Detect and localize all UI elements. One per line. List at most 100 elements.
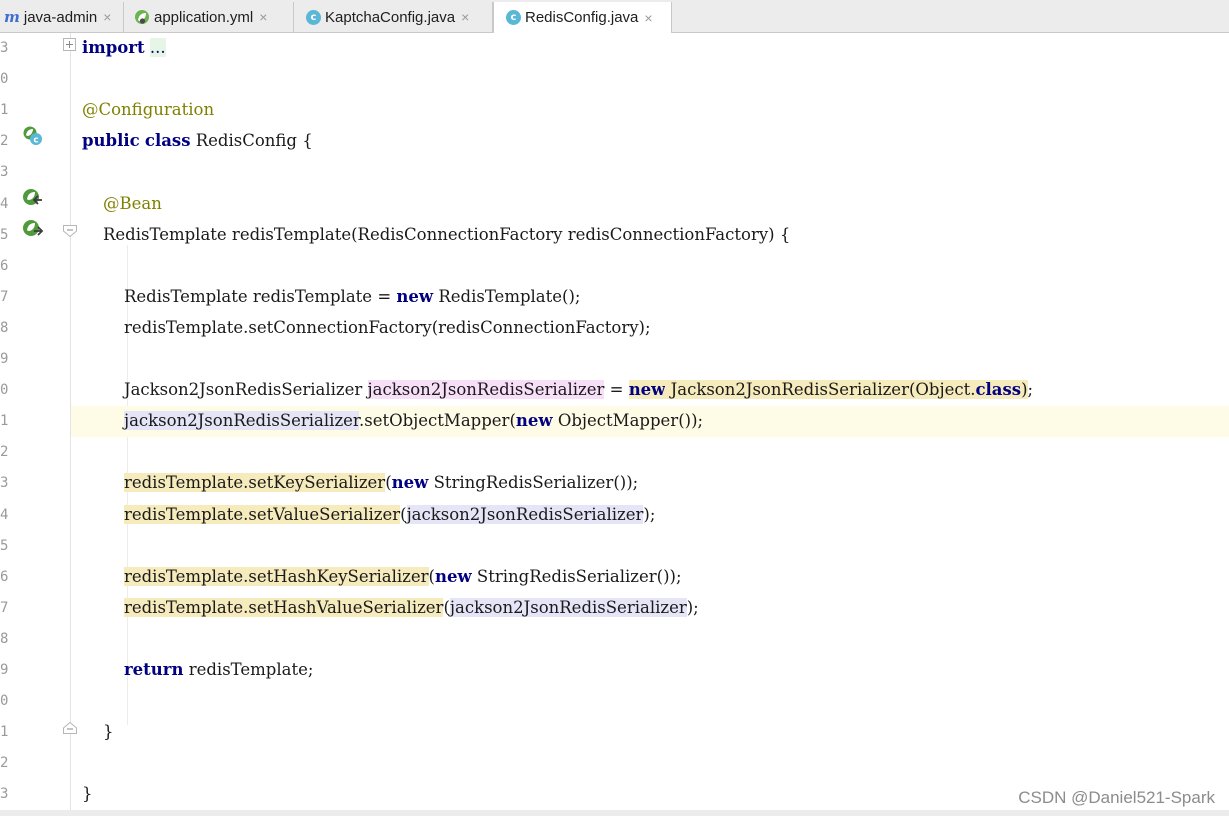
line-number: 4 [0,506,9,523]
code-token: } [82,722,114,742]
line-number: 0 [0,382,9,399]
line-number: 2 [0,755,9,772]
code-line[interactable]: 5 [0,531,1229,562]
line-number: 7 [0,288,9,305]
tab-kaptchaconfig-java[interactable]: c KaptchaConfig.java × [294,2,493,32]
code-text: import ... [82,33,166,64]
line-number: 1 [0,102,9,119]
code-line[interactable]: 9 return redisTemplate; [0,655,1229,686]
line-number: 7 [0,599,9,616]
code-line[interactable]: 1 jackson2JsonRedisSerializer.setObjectM… [0,406,1229,438]
code-line[interactable]: 7 redisTemplate.setHashValueSerializer(j… [0,593,1229,624]
code-token: redisTemplate.setValueSerializer [123,504,401,524]
line-number: 8 [0,319,9,336]
code-line[interactable]: 2 public class RedisConfig { [0,126,1229,157]
code-token: = [604,380,629,400]
code-token: ; [1027,380,1034,400]
code-token: @Configuration [82,100,215,120]
code-token: redisTemplate.setHashValueSerializer [123,597,444,617]
line-number: 3 [0,164,9,181]
code-line[interactable]: 8 redisTemplate.setConnectionFactory(red… [0,313,1229,344]
tab-application-yml[interactable]: application.yml × [124,2,294,32]
code-line[interactable]: 1 } [0,717,1229,748]
tab-redisconfig-java[interactable]: c RedisConfig.java × [493,2,672,33]
close-icon[interactable]: × [461,9,469,25]
code-token: RedisTemplate(); [433,286,581,306]
code-line[interactable]: 2 [0,748,1229,779]
line-number: 5 [0,226,9,243]
code-line[interactable]: 8 [0,624,1229,655]
line-number: 2 [0,444,9,461]
line-number: 9 [0,662,9,678]
code-line[interactable]: 0 [0,686,1229,717]
line-number: 8 [0,630,9,647]
code-token: class [975,380,1022,400]
close-icon[interactable]: × [644,10,652,26]
code-token: new [396,286,434,306]
line-number: 2 [0,133,9,150]
code-token: class [144,131,191,151]
code-token: RedisTemplate redisTemplate = [82,286,397,306]
code-text: Jackson2JsonRedisSerializer jackson2Json… [82,375,1033,406]
code-token: RedisTemplate redisTemplate(RedisConnect… [82,224,791,244]
code-line[interactable]: 4 @Bean [0,189,1229,220]
tab-java-admin[interactable]: m java-admin × [0,2,124,32]
code-line[interactable]: 4 redisTemplate.setValueSerializer(jacks… [0,500,1229,531]
code-token: new [391,473,429,493]
maven-m-icon: m [4,8,20,26]
code-line[interactable]: 0 [0,64,1229,95]
code-line[interactable]: 3 import ... [0,33,1229,64]
close-icon[interactable]: × [103,9,111,25]
code-token: return [123,660,184,679]
code-token: jackson2JsonRedisSerializer [123,411,359,431]
code-text: redisTemplate.setConnectionFactory(redis… [82,313,651,344]
close-icon[interactable]: × [259,9,267,25]
code-token: jackson2JsonRedisSerializer [406,504,644,524]
code-token: ); [686,597,699,617]
code-line[interactable]: 3 [0,157,1229,188]
horizontal-scrollbar[interactable] [0,810,1229,816]
code-text: } [82,717,114,748]
code-token: new [515,411,553,431]
code-line[interactable]: 0 Jackson2JsonRedisSerializer jackson2Js… [0,375,1229,406]
code-token: StringRedisSerializer()); [428,473,639,493]
code-token: } [82,784,93,804]
code-token: redisTemplate; [183,660,314,679]
line-number: 6 [0,568,9,585]
code-line[interactable]: 2 [0,437,1229,468]
code-line[interactable]: 6 redisTemplate.setHashKeySerializer(new… [0,562,1229,593]
line-number: 1 [0,724,9,741]
code-line[interactable]: 3 redisTemplate.setKeySerializer(new Str… [0,468,1229,499]
code-text: @Configuration [82,95,214,126]
code-token: jackson2JsonRedisSerializer [367,380,605,400]
code-line[interactable]: 1 @Configuration [0,95,1229,126]
code-token: redisTemplate.setConnectionFactory(redis… [82,317,651,337]
code-text: jackson2JsonRedisSerializer.setObjectMap… [82,406,703,437]
code-token: ( [400,504,407,524]
code-text: RedisTemplate redisTemplate(RedisConnect… [82,220,790,251]
code-token: @Bean [102,193,162,213]
code-token: import [82,38,145,57]
line-number: 4 [0,195,9,212]
java-class-icon: c [506,10,521,25]
tab-label: application.yml [154,8,254,26]
code-token: jackson2JsonRedisSerializer [449,597,687,617]
code-line[interactable]: 5 RedisTemplate redisTemplate(RedisConne… [0,220,1229,251]
code-text: } [82,779,93,810]
code-line[interactable]: 7 RedisTemplate redisTemplate = new Redi… [0,282,1229,313]
spring-leaf-icon [135,10,149,24]
code-line[interactable]: 9 [0,344,1229,375]
code-line[interactable]: 6 [0,251,1229,282]
code-token: redisTemplate.setHashKeySerializer [123,566,429,586]
code-editor[interactable]: c 3 import ... 0 1 @Configuration 2 public cla… [0,33,1229,816]
line-number: 5 [0,537,9,554]
line-number: 3 [0,40,9,56]
line-number: 0 [0,71,9,88]
watermark: CSDN @Daniel521-Spark [1018,788,1215,807]
code-token: ); [643,504,656,524]
